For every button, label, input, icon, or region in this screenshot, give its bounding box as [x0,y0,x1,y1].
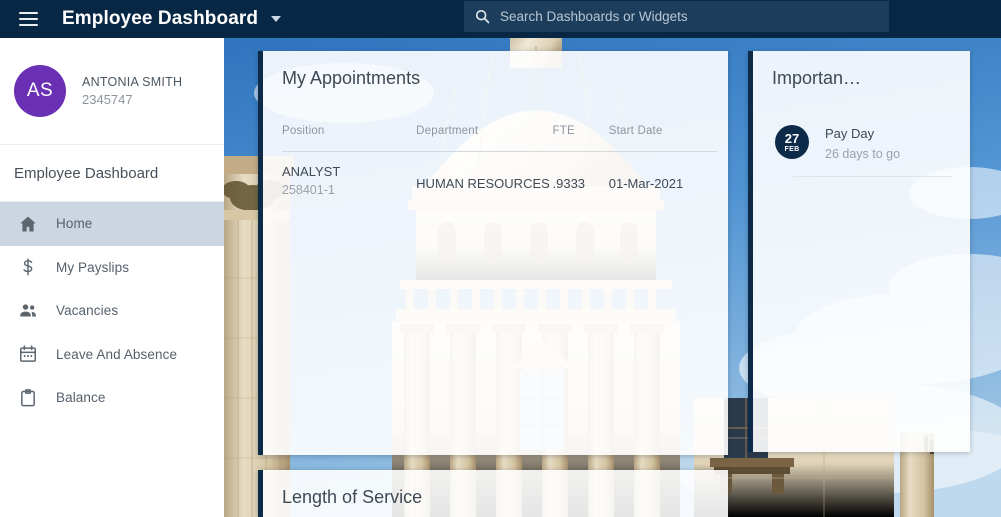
sidebar-section-label: Employee Dashboard [0,145,224,202]
avatar: AS [14,65,66,117]
card-title: Length of Service [282,487,423,507]
card-title: My Appointments [282,68,421,88]
calendar-icon [0,344,56,364]
event-countdown: 26 days to go [825,147,901,161]
cell-department: HUMAN RESOURCES [416,175,550,191]
my-appointments-card: My Appointments Position Department FTE … [258,51,728,455]
cell-fte: .9333 [552,175,586,191]
important-events-list: 27 FEB Pay Day 26 days to go [753,89,970,177]
sidebar-item-label: Vacancies [56,303,119,319]
column-header-department: Department [416,125,553,152]
appointments-table: Position Department FTE Start Date ANALY… [282,125,717,200]
hamburger-icon[interactable] [11,5,45,33]
date-badge-day: 27 [784,131,800,146]
sidebar-item-leave-and-absence[interactable]: Leave And Absence [0,333,224,377]
list-item[interactable]: 27 FEB Pay Day 26 days to go [753,123,970,164]
card-title: Importan… [772,68,862,88]
column-header-position: Position [282,125,417,152]
search-icon [464,9,500,24]
user-profile[interactable]: AS ANTONIA SMITH 2345747 [0,38,224,145]
event-name: Pay Day [825,126,875,141]
column-header-fte: FTE [552,125,609,152]
hamburger-line [18,24,38,26]
chevron-down-icon[interactable] [271,16,282,22]
home-icon [0,214,56,234]
table-header-row: Position Department FTE Start Date [282,125,717,152]
top-app-bar: Employee Dashboard [0,0,1001,38]
cell-start-date: 01-Mar-2021 [608,175,684,191]
length-of-service-card: Length of Service [258,470,728,517]
profile-employee-id: 2345747 [82,91,133,107]
search-bar[interactable] [464,1,889,32]
search-input[interactable] [500,9,889,24]
clipboard-icon [0,388,56,408]
sidebar-item-label: Home [56,216,93,232]
dashboard-app: Employee Dashboard AS ANTONIA SMITH 2345… [0,0,1001,517]
hamburger-line [18,12,38,14]
position-code: 258401-1 [282,183,335,197]
people-icon [0,300,56,321]
sidebar-item-label: Leave And Absence [56,346,178,362]
profile-text: ANTONIA SMITH 2345747 [82,74,182,109]
sidebar-item-vacancies[interactable]: Vacancies [0,289,224,333]
sidebar-item-label: Balance [56,390,106,406]
cell-position: ANALYST 258401-1 [282,152,416,201]
important-dates-card: Importan… 27 FEB Pay Day 26 days to go [748,51,970,452]
table-row[interactable]: ANALYST 258401-1 HUMAN RESOURCES .9333 0… [282,152,717,201]
column-header-start-date: Start Date [608,125,717,152]
date-badge: 27 FEB [775,125,809,159]
profile-name: ANTONIA SMITH [82,74,183,89]
divider [793,176,952,177]
page-title: Employee Dashboard [62,8,259,29]
event-text: Pay Day 26 days to go [825,123,900,164]
hamburger-line [18,18,38,20]
sidebar-item-balance[interactable]: Balance [0,376,224,420]
dollar-icon [0,257,56,277]
date-badge-month: FEB [784,146,800,153]
sidebar: AS ANTONIA SMITH 2345747 Employee Dashbo… [0,38,224,517]
sidebar-item-home[interactable]: Home [0,202,224,246]
sidebar-item-label: My Payslips [56,259,130,275]
position-title: ANALYST [282,164,341,179]
sidebar-item-my-payslips[interactable]: My Payslips [0,246,224,290]
